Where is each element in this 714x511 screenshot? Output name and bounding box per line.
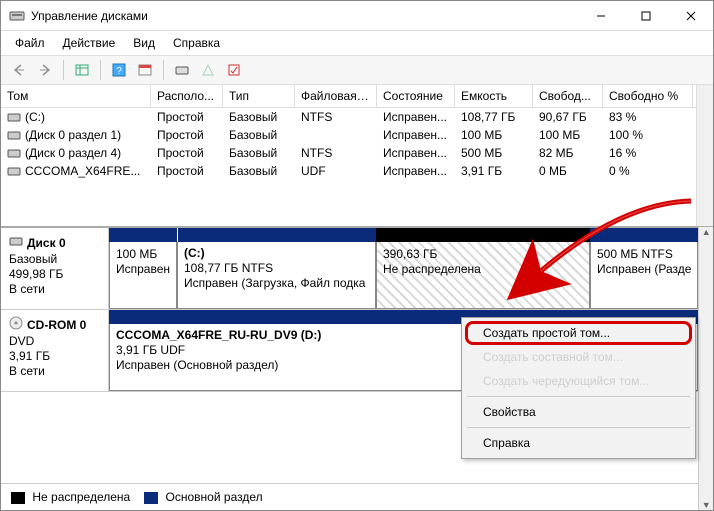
properties-icon[interactable] [222,59,246,81]
col-fs[interactable]: Файловая с... [295,85,377,107]
view-graphical-icon[interactable] [133,59,157,81]
ctx-create-striped-volume: Создать чередующийся том... [465,369,692,393]
cdrom-size: 3,91 ГБ [9,349,100,363]
legend-primary: Основной раздел [144,490,262,504]
cdrom-state: В сети [9,364,100,378]
ctx-separator [467,396,690,397]
hdd-icon [9,234,23,251]
partition-unallocated[interactable]: 390,63 ГБ Не распределена [376,242,590,309]
ctx-create-spanned-volume: Создать составной том... [465,345,692,369]
ctx-separator [467,427,690,428]
toolbar: ? [1,56,713,85]
help-icon[interactable]: ? [107,59,131,81]
volume-list: Том Располо... Тип Файловая с... Состоян… [1,85,713,227]
volume-icon [7,146,21,160]
volume-header-row: Том Располо... Тип Файловая с... Состоян… [1,85,696,108]
col-layout[interactable]: Располо... [151,85,223,107]
scrollbar[interactable]: ▲▼ [698,227,713,510]
titlebar: Управление дисками [1,1,713,31]
volume-icon [7,164,21,178]
col-volume[interactable]: Том [1,85,151,107]
ctx-properties[interactable]: Свойства [465,400,692,424]
minimize-button[interactable] [578,1,623,31]
volume-row[interactable]: (Диск 0 раздел 1)ПростойБазовыйИсправен.… [1,126,696,144]
menu-file[interactable]: Файл [7,33,53,53]
disk-icon[interactable] [170,59,194,81]
legend-unallocated: Не распределена [11,490,130,504]
col-free[interactable]: Свобод... [533,85,603,107]
disk-size: 499,98 ГБ [9,267,100,281]
volume-row[interactable]: (Диск 0 раздел 4)ПростойБазовыйNTFSИспра… [1,144,696,162]
col-type[interactable]: Тип [223,85,295,107]
partition-recovery[interactable]: 500 МБ NTFS Исправен (Разде [590,242,698,309]
disk-type: Базовый [9,252,100,266]
partition-c[interactable]: (C:) 108,77 ГБ NTFS Исправен (Загрузка, … [177,242,376,309]
ctx-create-simple-volume[interactable]: Создать простой том... [465,321,692,345]
maximize-button[interactable] [623,1,668,31]
volume-icon [7,128,21,142]
disk-title: Диск 0 [27,236,66,250]
context-menu: Создать простой том... Создать составной… [461,317,696,459]
close-button[interactable] [668,1,713,31]
partition-0[interactable]: 100 МБ Исправен [109,242,177,309]
cdrom-type: DVD [9,334,100,348]
cdrom-icon [9,316,23,333]
toolbar-separator [163,60,164,80]
menu-help[interactable]: Справка [165,33,228,53]
toolbar-separator [100,60,101,80]
col-capacity[interactable]: Емкость [455,85,533,107]
volume-row[interactable]: (C:)ПростойБазовыйNTFSИсправен...108,77 … [1,108,696,126]
col-free-pct[interactable]: Свободно % [603,85,693,107]
scrollbar[interactable] [696,85,713,226]
disk-state: В сети [9,282,100,296]
swatch-blue-icon [144,492,158,504]
window-title: Управление дисками [31,9,578,23]
menu-view[interactable]: Вид [125,33,163,53]
cdrom-title: CD-ROM 0 [27,318,86,332]
menu-action[interactable]: Действие [55,33,124,53]
disk-header-cdrom[interactable]: CD-ROM 0 DVD 3,91 ГБ В сети [1,310,109,391]
svg-text:?: ? [116,66,122,77]
ctx-help[interactable]: Справка [465,431,692,455]
view-list-icon[interactable] [70,59,94,81]
menubar: Файл Действие Вид Справка [1,31,713,56]
disk-row-0: Диск 0 Базовый 499,98 ГБ В сети 100 МБ И… [1,228,698,310]
disk-header-0[interactable]: Диск 0 Базовый 499,98 ГБ В сети [1,228,109,309]
volume-icon [7,110,21,124]
action-icon[interactable] [196,59,220,81]
swatch-black-icon [11,492,25,504]
forward-button[interactable] [33,59,57,81]
legend: Не распределена Основной раздел [1,483,698,510]
col-status[interactable]: Состояние [377,85,455,107]
toolbar-separator [63,60,64,80]
app-icon [9,8,25,24]
volume-row[interactable]: CCCOMA_X64FRE...ПростойБазовыйUDFИсправе… [1,162,696,180]
back-button[interactable] [7,59,31,81]
